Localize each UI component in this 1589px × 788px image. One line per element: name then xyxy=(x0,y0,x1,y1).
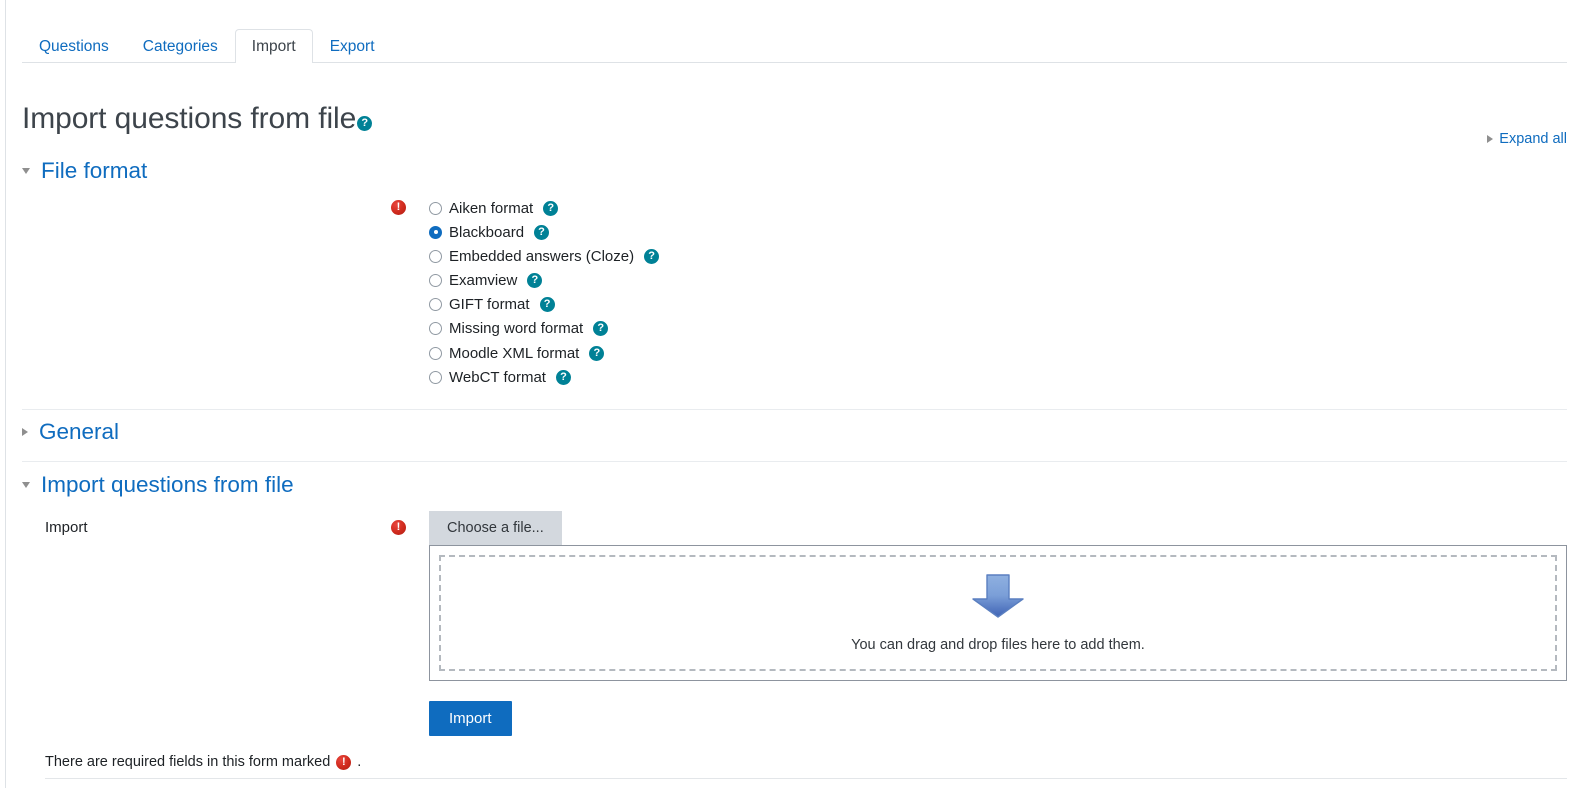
expand-all-link[interactable]: Expand all xyxy=(1487,131,1567,147)
radio-option-webct-format[interactable]: WebCT format ? xyxy=(429,367,659,387)
file-manager: Choose a file... You can drag and drop f… xyxy=(429,511,1567,681)
radio-button[interactable] xyxy=(429,225,442,239)
radio-button[interactable] xyxy=(429,249,442,263)
radio-option-blackboard[interactable]: Blackboard ? xyxy=(429,222,659,242)
radio-label[interactable]: Examview xyxy=(449,273,517,288)
import-field-label: Import xyxy=(45,519,88,536)
required-fields-note-suffix: . xyxy=(357,754,362,770)
tab-questions[interactable]: Questions xyxy=(22,29,126,64)
section-divider xyxy=(22,409,1567,410)
radio-label[interactable]: Moodle XML format xyxy=(449,346,579,361)
page-title-text: Import questions from file xyxy=(22,102,357,136)
help-icon[interactable]: ? xyxy=(527,273,543,289)
down-arrow-icon xyxy=(972,573,1024,618)
radio-option-embedded-answers-cloze[interactable]: Embedded answers (Cloze) ? xyxy=(429,246,660,266)
required-icon: ! xyxy=(391,200,406,215)
section-title-general: General xyxy=(39,419,120,444)
radio-label[interactable]: Aiken format xyxy=(449,201,533,216)
required-fields-note: There are required fields in this form m… xyxy=(45,754,361,770)
section-title-file-format: File format xyxy=(41,158,148,183)
footer-divider xyxy=(45,778,1567,779)
expand-all-label: Expand all xyxy=(1499,131,1567,147)
import-submit-button[interactable]: Import xyxy=(429,701,512,737)
radio-button[interactable] xyxy=(429,201,442,215)
section-header-import-questions-from-file[interactable]: Import questions from file xyxy=(22,472,294,497)
tab-import[interactable]: Import xyxy=(234,28,313,63)
page-left-border xyxy=(5,0,6,788)
radio-label[interactable]: Embedded answers (Cloze) xyxy=(449,249,634,264)
import-questions-page: Questions Categories Import Export Impor… xyxy=(0,0,1589,788)
radio-option-aiken-format[interactable]: Aiken format ? xyxy=(429,198,659,218)
file-format-radio-group: Aiken format ? Blackboard ? Embedded ans… xyxy=(429,198,660,387)
radio-label[interactable]: WebCT format xyxy=(449,370,546,385)
chevron-right-icon xyxy=(22,428,28,437)
required-icon: ! xyxy=(336,754,352,770)
help-icon[interactable]: ? xyxy=(534,224,550,240)
section-header-general[interactable]: General xyxy=(22,419,120,444)
required-fields-note-text: There are required fields in this form m… xyxy=(45,754,331,770)
section-divider xyxy=(22,461,1567,462)
radio-button[interactable] xyxy=(429,322,442,336)
chevron-down-icon xyxy=(22,168,30,175)
tab-categories[interactable]: Categories xyxy=(126,29,235,64)
help-icon[interactable]: ? xyxy=(543,200,559,216)
help-icon[interactable]: ? xyxy=(593,321,609,337)
section-title-import-questions-from-file: Import questions from file xyxy=(41,472,294,497)
help-icon[interactable]: ? xyxy=(357,116,373,132)
section-header-file-format[interactable]: File format xyxy=(22,158,148,183)
radio-label[interactable]: Missing word format xyxy=(449,321,583,336)
radio-button[interactable] xyxy=(429,346,442,360)
choose-a-file-button[interactable]: Choose a file... xyxy=(429,511,562,545)
radio-option-examview[interactable]: Examview ? xyxy=(429,271,659,291)
file-dropzone[interactable]: You can drag and drop files here to add … xyxy=(439,554,1557,671)
file-manager-box: You can drag and drop files here to add … xyxy=(429,544,1567,681)
radio-option-gift-format[interactable]: GIFT format ? xyxy=(429,295,659,315)
question-bank-tabs: Questions Categories Import Export xyxy=(22,28,1567,64)
radio-button[interactable] xyxy=(429,370,442,384)
chevron-right-icon xyxy=(1487,135,1494,143)
help-icon[interactable]: ? xyxy=(539,297,555,313)
radio-option-missing-word-format[interactable]: Missing word format ? xyxy=(429,319,659,339)
radio-option-moodle-xml-format[interactable]: Moodle XML format ? xyxy=(429,343,659,363)
help-icon[interactable]: ? xyxy=(555,369,571,385)
chevron-down-icon xyxy=(22,482,30,489)
radio-button[interactable] xyxy=(429,298,442,312)
required-icon: ! xyxy=(391,520,406,535)
radio-label[interactable]: Blackboard xyxy=(449,225,524,240)
dropzone-text: You can drag and drop files here to add … xyxy=(851,636,1145,653)
radio-button[interactable] xyxy=(429,274,442,288)
radio-label[interactable]: GIFT format xyxy=(449,297,530,312)
help-icon[interactable]: ? xyxy=(644,248,660,264)
tab-export[interactable]: Export xyxy=(313,29,392,64)
page-title: Import questions from file? xyxy=(22,102,373,136)
help-icon[interactable]: ? xyxy=(589,345,605,361)
